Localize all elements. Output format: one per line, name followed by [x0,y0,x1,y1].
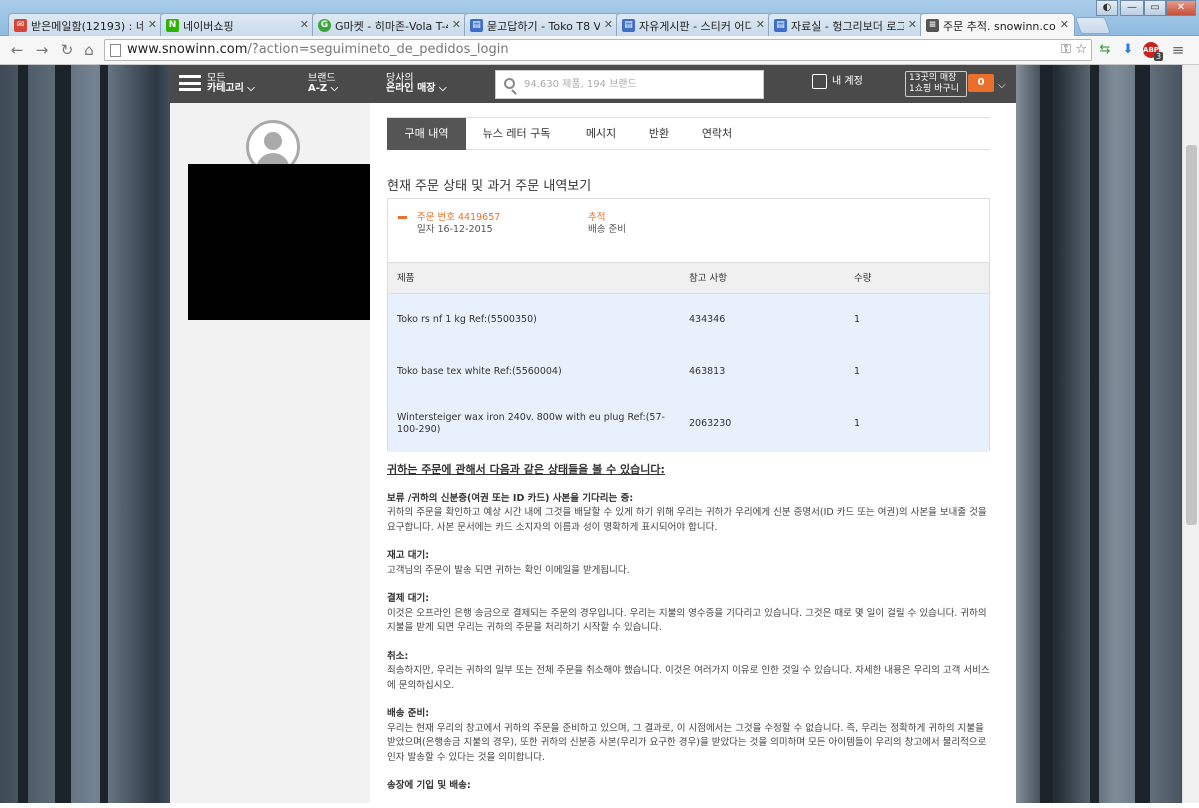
menu-icon[interactable]: ≡ [1170,42,1186,58]
status-info-title: 귀하는 주문에 관해서 다음과 같은 상태들을 볼 수 있습니다: [387,463,665,476]
table-row: Toko rs nf 1 kg Ref:(5500350) 434346 1 [388,294,989,346]
tab-messages[interactable]: 메시지 [572,118,630,150]
page-title: 현재 주문 상태 및 과거 주문 내역보기 [387,179,592,194]
tree-trunk [1135,65,1150,803]
snowinn-icon: ≡ [926,19,939,32]
close-tab-icon[interactable]: ✕ [148,18,157,31]
search-icon [504,78,515,89]
chevron-down-icon: ⌵ [998,80,1006,91]
redacted-block [188,164,375,320]
collapse-icon[interactable] [398,216,407,219]
new-tab-button[interactable] [1074,17,1112,34]
tree-trunk [55,65,71,803]
adblock-badge: 3 [1154,52,1164,61]
tab-returns[interactable]: 반환 [637,118,681,150]
brands-menu[interactable]: 브랜드 A-Z ⌵ [308,74,338,94]
scrollbar-thumb[interactable] [1186,145,1197,525]
browser-tab[interactable]: G G마켓 - 히마존-Vola T-4 ✕ [312,13,467,36]
status-section: 재고 대기: 고객님의 주문이 발송 되면 귀하는 확인 이메일을 받게됩니다. [387,550,630,576]
order-card: 주문 번호 4419657 일자 16-12-2015 추적 배송 준비 제품 … [387,198,990,452]
account-link[interactable]: 내 계정 [812,74,863,90]
status-info: 귀하는 주문에 관해서 다음과 같은 상태들을 볼 수 있습니다: 보류 /귀하… [387,463,990,808]
tab-contact[interactable]: 연락처 [692,118,742,150]
order-items-table: 제품 참고 사항 수량 Toko rs nf 1 kg Ref:(5500350… [388,262,989,452]
close-tab-icon[interactable]: ✕ [452,18,461,31]
browser-tab[interactable]: N 네이버쇼핑 ✕ [160,13,315,36]
gmarket-icon: G [318,19,331,32]
account-tabs: 구매 내역 뉴스 레터 구독 메시지 반환 연락처 [387,117,990,150]
star-icon[interactable]: ☆ [1075,40,1087,60]
browser-tab[interactable]: ▤ 자유게시판 - 스티커 어디 ✕ [616,13,771,36]
search-input[interactable]: 94.630 제품, 194 브랜드 [495,70,764,99]
maximize-button[interactable]: ▭ [1144,0,1166,16]
browser-tab[interactable]: ✉ 받은메일함(12193) : 네이 ✕ [8,13,163,36]
user-icon [812,74,827,89]
scrollbar[interactable] [1182,65,1199,803]
table-row: Toko base tex white Ref:(5560004) 463813… [388,346,989,398]
tab-newsletter[interactable]: 뉴스 레터 구독 [469,118,564,150]
page-icon: ▤ [470,19,483,32]
address-bar[interactable]: www.snowinn.com/?action=seguimineto_de_p… [104,39,1092,61]
browser-toolbar: ← → ↻ ⌂ www.snowinn.com/?action=seguimin… [0,36,1199,65]
close-tab-icon[interactable]: ✕ [756,18,765,31]
browser-tab[interactable]: ▤ 자료실 - 헝그리보더 로그 ✕ [768,13,923,36]
status-section: 결제 대기: 이것은 오프라인 은행 송금으로 결제되는 주문의 경우입니다. 우… [387,593,987,633]
reload-icon[interactable]: ↻ [58,41,76,59]
gmail-icon: ✉ [14,19,27,32]
table-row: Wintersteiger wax iron 240v. 800w with e… [388,398,989,452]
close-window-button[interactable]: ✕ [1166,0,1196,16]
stores-cart-summary[interactable]: 13곳의 매장 1쇼핑 바구니 [905,71,967,97]
order-status: 배송 준비 [588,224,626,235]
tree-trunk [100,65,108,803]
close-tab-icon[interactable]: ✕ [604,18,613,31]
page-icon [110,44,121,57]
tree-trunk [1040,65,1053,803]
categories-menu[interactable]: 모든 카테고리 ⌵ [207,74,255,94]
minimize-button[interactable]: — [1120,0,1144,16]
close-tab-icon[interactable]: ✕ [1060,18,1069,31]
cart-icon: 0 [968,74,994,92]
status-section: 배송 준비: 우리는 현재 우리의 창고에서 귀하의 주문을 준비하고 있으며, … [387,708,987,763]
tree-trunk [18,65,28,803]
person-icon[interactable]: ◐ [1096,0,1118,16]
table-header: 제품 참고 사항 수량 [388,262,989,294]
home-icon[interactable]: ⌂ [80,41,98,59]
order-header[interactable]: 주문 번호 4419657 일자 16-12-2015 추적 배송 준비 [388,199,989,262]
tree-trunk [1090,65,1099,803]
page-icon: ▤ [774,19,787,32]
tab-purchase-history[interactable]: 구매 내역 [387,118,466,150]
main-content: 구매 내역 뉴스 레터 구독 메시지 반환 연락처 현재 주문 상태 및 과거 … [370,103,1016,803]
naver-icon: N [166,19,179,32]
forward-icon[interactable]: → [33,41,51,59]
close-tab-icon[interactable]: ✕ [300,18,309,31]
page-icon: ▤ [622,19,635,32]
order-date: 일자 16-12-2015 [417,224,493,235]
profile-sidebar [170,103,375,803]
status-section: 취소: 죄송하지만, 우리는 귀하의 일부 또는 전체 주문을 취소해야 했습니다… [387,650,990,691]
status-section: 송장에 기입 및 배송: [387,780,471,791]
cart-button[interactable]: 0 ⌵ [968,70,1006,96]
key-icon[interactable]: ⚿ [1061,40,1071,60]
browser-tab-bar: ✉ 받은메일함(12193) : 네이 ✕ N 네이버쇼핑 ✕ G G마켓 - 히마존-V… [0,0,1199,37]
status-section: 보류 /귀하의 신분증(여권 또는 ID 카드) 사본을 기다리는 중: 귀하의 … [387,492,987,533]
stores-menu[interactable]: 당사의 온라인 매장 ⌵ [386,74,447,94]
browser-tab-active[interactable]: ≡ 주문 추적. snowinn.com ✕ [920,13,1075,37]
back-icon[interactable]: ← [8,41,26,59]
site-header: 모든 카테고리 ⌵ 브랜드 A-Z ⌵ 당사의 온라인 매장 ⌵ 94.630 제품,… [170,65,1016,103]
extension-icon[interactable]: ⇆ [1097,42,1113,58]
menu-icon[interactable] [179,75,201,91]
close-tab-icon[interactable]: ✕ [908,18,917,31]
download-icon[interactable]: ⬇ [1120,42,1136,58]
browser-tab[interactable]: ▤ 묻고답하기 - Toko T8 V ✕ [464,13,619,36]
